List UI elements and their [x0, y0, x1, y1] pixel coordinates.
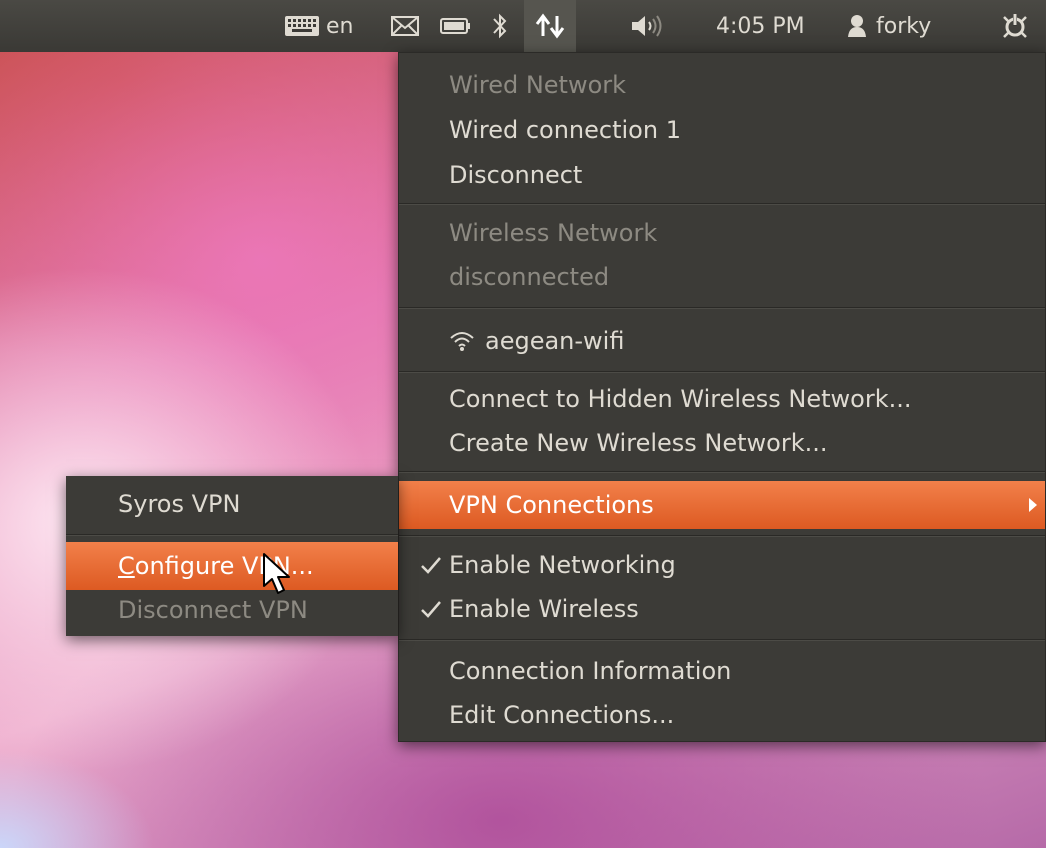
vpn-connections-item[interactable]: VPN Connections — [399, 481, 1045, 529]
wired-network-header: Wired Network — [449, 71, 627, 99]
enable-wireless-label: Enable Wireless — [449, 595, 639, 623]
menu-separator — [66, 534, 398, 536]
bluetooth-indicator[interactable] — [490, 0, 510, 52]
messaging-indicator[interactable] — [390, 0, 420, 52]
power-icon — [1000, 11, 1030, 41]
volume-indicator[interactable] — [630, 0, 666, 52]
wired-connection-item[interactable]: Wired connection 1 — [399, 106, 1045, 154]
menu-separator — [399, 639, 1045, 641]
mail-icon — [390, 14, 420, 38]
top-panel: en 4:05 PM forky — [0, 0, 1046, 52]
session-menu[interactable] — [1000, 0, 1030, 52]
configure-vpn-mnemonic: C — [118, 552, 135, 580]
submenu-arrow-icon — [1029, 498, 1037, 512]
network-indicator[interactable] — [524, 0, 576, 52]
user-menu[interactable]: forky — [846, 0, 931, 52]
menu-separator — [399, 203, 1045, 205]
configure-vpn-item[interactable]: Configure VPN... — [66, 542, 398, 590]
volume-icon — [630, 13, 666, 39]
wifi-network-name: aegean-wifi — [485, 327, 625, 355]
disconnect-vpn-item: Disconnect VPN — [118, 596, 308, 624]
wireless-network-header: Wireless Network — [449, 219, 658, 247]
keyboard-icon — [284, 14, 320, 38]
battery-indicator[interactable] — [440, 0, 472, 52]
user-name: forky — [876, 13, 932, 39]
vpn-connections-label: VPN Connections — [449, 491, 654, 519]
keyboard-indicator[interactable]: en — [284, 0, 353, 52]
battery-icon — [440, 14, 472, 38]
keyboard-layout-label: en — [326, 13, 354, 39]
connection-information-item[interactable]: Connection Information — [399, 647, 1045, 695]
network-menu: Wired Network Wired connection 1 Disconn… — [398, 52, 1046, 742]
menu-separator — [399, 307, 1045, 309]
wireless-status: disconnected — [449, 263, 610, 291]
menu-separator — [399, 471, 1045, 473]
create-new-network-item[interactable]: Create New Wireless Network... — [399, 419, 1045, 467]
mouse-pointer-icon — [263, 553, 290, 594]
checkmark-icon — [421, 557, 441, 574]
enable-wireless-item[interactable]: Enable Wireless — [399, 585, 1045, 633]
clock[interactable]: 4:05 PM — [716, 0, 805, 52]
wifi-network-item[interactable]: aegean-wifi — [399, 317, 1045, 365]
menu-separator — [399, 535, 1045, 537]
bluetooth-icon — [490, 11, 510, 41]
checkmark-icon — [421, 601, 441, 618]
edit-connections-item[interactable]: Edit Connections... — [399, 691, 1045, 739]
wifi-signal-icon — [449, 330, 475, 352]
vpn-submenu: Syros VPN Configure VPN... Disconnect VP… — [66, 476, 398, 636]
network-icon — [533, 12, 567, 40]
clock-label: 4:05 PM — [716, 13, 805, 39]
syros-vpn-item[interactable]: Syros VPN — [66, 480, 398, 528]
menu-separator — [399, 371, 1045, 373]
connect-hidden-network-item[interactable]: Connect to Hidden Wireless Network... — [399, 375, 1045, 423]
disconnect-item[interactable]: Disconnect — [399, 151, 1045, 199]
user-icon — [846, 13, 868, 39]
enable-networking-item[interactable]: Enable Networking — [399, 541, 1045, 589]
enable-networking-label: Enable Networking — [449, 551, 676, 579]
